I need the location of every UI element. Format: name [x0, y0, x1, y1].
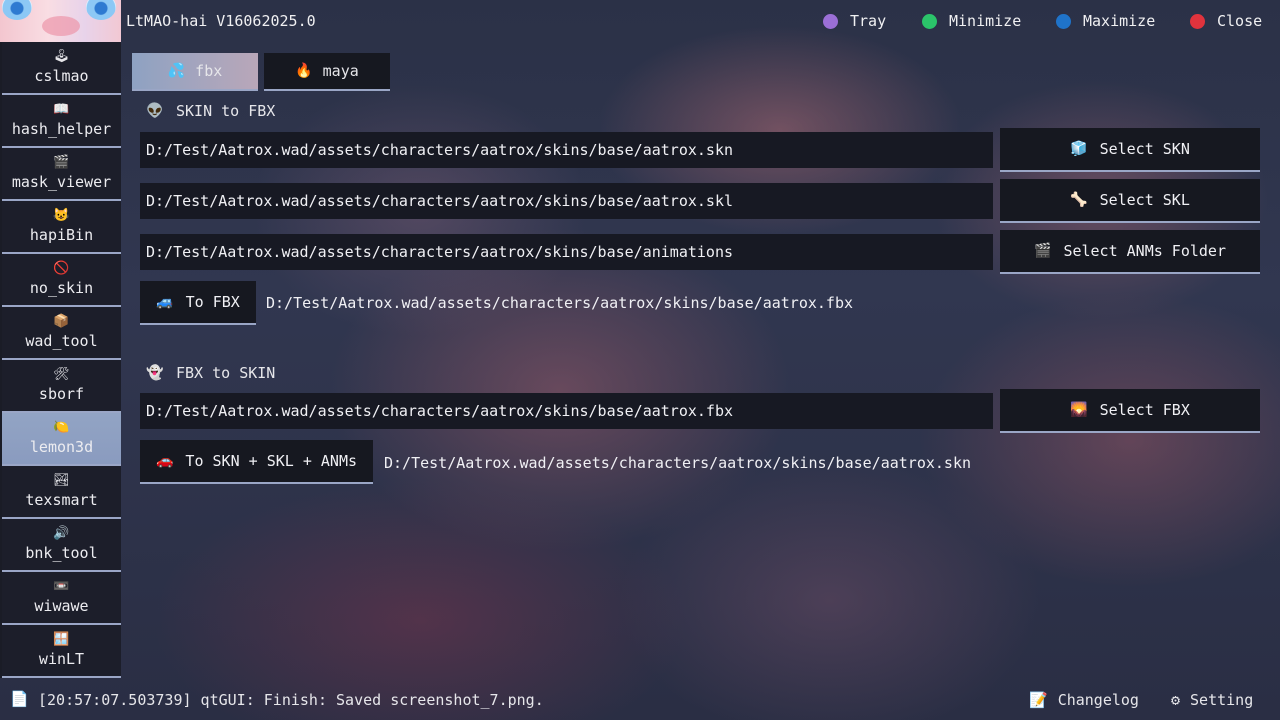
avatar-eye-right [86, 0, 116, 20]
sidebar-item-lemon3d[interactable]: 🍋 lemon3d [2, 413, 121, 466]
status-log-text: [20:57:07.503739] qtGUI: Finish: Saved s… [38, 691, 544, 709]
sidebar-item-wiwawe[interactable]: 📼 wiwawe [2, 572, 121, 625]
select-skn-button[interactable]: 🧊 Select SKN [1000, 128, 1260, 172]
prohibited-icon: 🚫 [53, 261, 70, 276]
sidebar-item-sborf[interactable]: 🛠 sborf [2, 360, 121, 413]
skn-output-path: D:/Test/Aatrox.wad/assets/characters/aat… [384, 454, 971, 472]
app-avatar [0, 0, 121, 42]
cassette-icon: 📼 [53, 579, 70, 594]
lemon-icon: 🍋 [53, 420, 70, 435]
cube-icon: 🧊 [1070, 141, 1088, 157]
tools-icon: 🛠 [53, 367, 70, 382]
sidebar-item-texsmart[interactable]: 🏞 texsmart [2, 466, 121, 519]
status-bar: 📄 [20:57:07.503739] qtGUI: Finish: Saved… [0, 680, 1280, 720]
close-dot-icon [1190, 13, 1205, 29]
sidebar-item-winlt[interactable]: 🪟 winLT [2, 625, 121, 678]
sidebar-item-no-skin[interactable]: 🚫 no_skin [2, 254, 121, 307]
app-title: LtMAO-hai V16062025.0 [126, 12, 316, 30]
fbx-path-input[interactable] [140, 393, 993, 429]
section-fbx-to-skin-heading: 👻 FBX to SKIN [146, 364, 276, 382]
select-anms-folder-button[interactable]: 🎬 Select ANMs Folder [1000, 230, 1260, 274]
maximize-button[interactable]: Maximize [1056, 12, 1155, 30]
joystick-icon: 🕹 [53, 49, 70, 64]
tab-fbx[interactable]: 💦 fbx [132, 53, 258, 91]
to-skn-skl-anms-button[interactable]: 🚗 To SKN + SKL + ANMs [140, 440, 373, 484]
sidebar-item-wad-tool[interactable]: 📦 wad_tool [2, 307, 121, 360]
book-icon: 📖 [53, 102, 70, 117]
avatar-blush [42, 16, 80, 36]
select-skl-button[interactable]: 🦴 Select SKL [1000, 179, 1260, 223]
sidebar-item-hapibin[interactable]: 😺 hapiBin [2, 201, 121, 254]
anm-folder-path-input[interactable] [140, 234, 993, 270]
speaker-icon: 🔊 [53, 526, 70, 541]
droplets-icon: 💦 [167, 63, 186, 79]
sidebar-item-mask-viewer[interactable]: 🎬 mask_viewer [2, 148, 121, 201]
tray-dot-icon [823, 13, 838, 29]
fbx-output-path: D:/Test/Aatrox.wad/assets/characters/aat… [266, 294, 853, 312]
maximize-dot-icon [1056, 13, 1071, 29]
car-icon: 🚗 [155, 453, 174, 469]
gear-icon: ⚙ [1171, 691, 1181, 709]
window-icon: 🪟 [53, 632, 70, 647]
car-icon: 🚙 [156, 294, 174, 310]
sidebar-item-hash-helper[interactable]: 📖 hash_helper [2, 95, 121, 148]
changelog-button[interactable]: 📝 Changelog [1029, 691, 1139, 709]
cat-icon: 😺 [53, 208, 70, 223]
select-fbx-button[interactable]: 🌄 Select FBX [1000, 389, 1260, 433]
fire-icon: 🔥 [295, 63, 313, 79]
picture-icon: 🏞 [53, 473, 70, 488]
clapper-icon: 🎬 [53, 155, 70, 170]
skl-path-input[interactable] [140, 183, 993, 219]
ghost-icon: 👻 [146, 365, 164, 381]
tray-button[interactable]: Tray [823, 12, 886, 30]
setting-button[interactable]: ⚙ Setting [1171, 691, 1253, 709]
sidebar-item-cslmao[interactable]: 🕹 cslmao [2, 42, 121, 95]
avatar-eye-left [2, 0, 32, 20]
tab-maya[interactable]: 🔥 maya [264, 53, 390, 91]
landscape-icon: 🌄 [1070, 402, 1088, 418]
document-icon: 📄 [10, 690, 29, 708]
bone-icon: 🦴 [1070, 192, 1088, 208]
section-skin-to-fbx-heading: 👽 SKIN to FBX [146, 102, 276, 120]
to-fbx-button[interactable]: 🚙 To FBX [140, 281, 256, 325]
clapper-icon: 🎬 [1034, 243, 1052, 259]
title-bar: LtMAO-hai V16062025.0 Tray Minimize Maxi… [0, 0, 1280, 42]
skn-path-input[interactable] [140, 132, 993, 168]
sidebar-item-bnk-tool[interactable]: 🔊 bnk_tool [2, 519, 121, 572]
minimize-dot-icon [922, 13, 937, 29]
sidebar: 🕹 cslmao 📖 hash_helper 🎬 mask_viewer 😺 h… [0, 42, 121, 678]
close-button[interactable]: Close [1190, 12, 1262, 30]
minimize-button[interactable]: Minimize [922, 12, 1021, 30]
alien-icon: 👽 [146, 103, 164, 119]
package-icon: 📦 [53, 314, 70, 329]
memo-icon: 📝 [1029, 691, 1048, 709]
